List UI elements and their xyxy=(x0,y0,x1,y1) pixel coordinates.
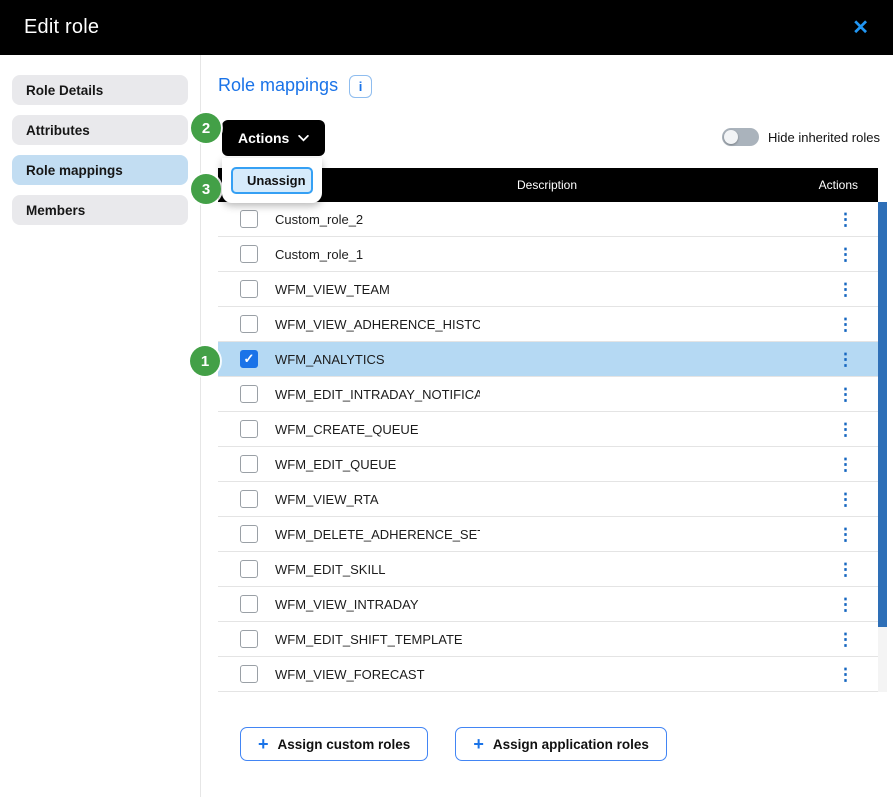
row-checkbox[interactable] xyxy=(240,490,258,508)
role-name: WFM_VIEW_TEAM xyxy=(275,282,390,297)
sidebar-item-label: Role mappings xyxy=(26,163,123,178)
sidebar-item-members[interactable]: Members xyxy=(12,195,188,225)
plus-icon: + xyxy=(473,735,484,753)
role-name: Custom_role_2 xyxy=(275,212,363,227)
row-more-actions-icon[interactable]: ⋮ xyxy=(837,316,854,333)
table-row[interactable]: WFM_VIEW_INTRADAY ⋮ xyxy=(218,587,878,622)
table-row[interactable]: WFM_VIEW_FORECAST ⋮ xyxy=(218,657,878,692)
info-icon[interactable]: i xyxy=(349,75,372,98)
sidebar-item-role-details[interactable]: Role Details xyxy=(12,75,188,105)
chevron-down-icon xyxy=(298,135,309,142)
role-name: WFM_VIEW_FORECAST xyxy=(275,667,425,682)
row-more-actions-icon[interactable]: ⋮ xyxy=(837,246,854,263)
table-row[interactable]: WFM_EDIT_SHIFT_TEMPLATE ⋮ xyxy=(218,622,878,657)
table-row[interactable]: WFM_VIEW_TEAM ⋮ xyxy=(218,272,878,307)
row-checkbox[interactable] xyxy=(240,455,258,473)
unassign-label: Unassign xyxy=(247,173,306,188)
table-row[interactable]: Custom_role_1 ⋮ xyxy=(218,237,878,272)
row-more-actions-icon[interactable]: ⋮ xyxy=(837,666,854,683)
table-row[interactable]: WFM_EDIT_INTRADAY_NOTIFICATIONS ⋮ xyxy=(218,377,878,412)
role-name: WFM_EDIT_SHIFT_TEMPLATE xyxy=(275,632,463,647)
assign-custom-roles-label: Assign custom roles xyxy=(278,737,411,752)
row-more-actions-icon[interactable]: ⋮ xyxy=(837,421,854,438)
row-checkbox[interactable] xyxy=(240,665,258,683)
row-more-actions-icon[interactable]: ⋮ xyxy=(837,491,854,508)
role-mappings-table: Name Description Actions Custom_role_2⋮C… xyxy=(218,168,878,692)
page-title: Role mappings xyxy=(218,75,338,96)
role-name: WFM_EDIT_QUEUE xyxy=(275,457,396,472)
row-checkbox[interactable] xyxy=(240,525,258,543)
edit-role-dialog: Edit role ✕ Role Details Attributes Role m… xyxy=(0,0,893,797)
sidebar-item-attributes[interactable]: Attributes xyxy=(12,115,188,145)
column-header-description: Description xyxy=(517,178,577,192)
role-name: WFM_VIEW_RTA xyxy=(275,492,379,507)
dialog-header: Edit role ✕ xyxy=(0,0,893,55)
role-name: Custom_role_1 xyxy=(275,247,363,262)
actions-dropdown-menu: Unassign xyxy=(222,158,322,203)
row-more-actions-icon[interactable]: ⋮ xyxy=(837,281,854,298)
role-name: WFM_ANALYTICS xyxy=(275,352,385,367)
column-header-actions: Actions xyxy=(819,178,858,192)
unassign-menu-item[interactable]: Unassign xyxy=(231,167,313,194)
toggle-knob xyxy=(724,130,738,144)
table-row[interactable]: WFM_VIEW_ADHERENCE_HISTORY ⋮ xyxy=(218,307,878,342)
sidebar-divider xyxy=(200,55,201,797)
actions-button[interactable]: Actions xyxy=(222,120,325,156)
table-row[interactable]: WFM_CREATE_QUEUE ⋮ xyxy=(218,412,878,447)
role-name: WFM_DELETE_ADHERENCE_SETTINGS xyxy=(275,527,480,542)
sidebar-item-role-mappings[interactable]: Role mappings xyxy=(12,155,188,185)
table-body: Custom_role_2⋮Custom_role_1⋮WFM_VIEW_TEA… xyxy=(218,202,878,692)
sidebar-item-label: Role Details xyxy=(26,83,103,98)
row-more-actions-icon[interactable]: ⋮ xyxy=(837,456,854,473)
table-row[interactable]: Custom_role_2 ⋮ xyxy=(218,202,878,237)
dialog-title: Edit role xyxy=(24,16,99,39)
row-checkbox[interactable] xyxy=(240,315,258,333)
row-more-actions-icon[interactable]: ⋮ xyxy=(837,386,854,403)
assign-application-roles-button[interactable]: + Assign application roles xyxy=(455,727,667,761)
sidebar-item-label: Members xyxy=(26,203,85,218)
sidebar-item-label: Attributes xyxy=(26,123,90,138)
role-name: WFM_VIEW_INTRADAY xyxy=(275,597,419,612)
assign-application-roles-label: Assign application roles xyxy=(493,737,649,752)
actions-button-label: Actions xyxy=(238,130,289,146)
row-more-actions-icon[interactable]: ⋮ xyxy=(837,631,854,648)
row-checkbox[interactable] xyxy=(240,245,258,263)
scrollbar-thumb[interactable] xyxy=(878,202,887,627)
row-checkbox[interactable] xyxy=(240,420,258,438)
table-scrollbar[interactable] xyxy=(878,202,887,692)
row-more-actions-icon[interactable]: ⋮ xyxy=(837,596,854,613)
annotation-badge-2: 2 xyxy=(191,113,221,143)
row-more-actions-icon[interactable]: ⋮ xyxy=(837,561,854,578)
role-name: WFM_CREATE_QUEUE xyxy=(275,422,419,437)
table-row[interactable]: WFM_VIEW_RTA ⋮ xyxy=(218,482,878,517)
sidebar: Role Details Attributes Role mappings Membe… xyxy=(12,75,188,225)
row-more-actions-icon[interactable]: ⋮ xyxy=(837,526,854,543)
row-checkbox[interactable]: ✓ xyxy=(240,350,258,368)
table-row[interactable]: ✓ WFM_ANALYTICS ⋮ xyxy=(218,342,878,377)
assign-custom-roles-button[interactable]: + Assign custom roles xyxy=(240,727,428,761)
table-row[interactable]: WFM_EDIT_SKILL ⋮ xyxy=(218,552,878,587)
annotation-badge-3: 3 xyxy=(191,174,221,204)
hide-inherited-toggle[interactable] xyxy=(722,128,759,146)
hide-inherited-label: Hide inherited roles xyxy=(768,130,880,145)
role-name: WFM_VIEW_ADHERENCE_HISTORY xyxy=(275,317,480,332)
row-checkbox[interactable] xyxy=(240,385,258,403)
hide-inherited-row: Hide inherited roles xyxy=(722,128,880,146)
table-row[interactable]: WFM_DELETE_ADHERENCE_SETTINGS ⋮ xyxy=(218,517,878,552)
row-checkbox[interactable] xyxy=(240,210,258,228)
row-checkbox[interactable] xyxy=(240,595,258,613)
footer-actions: + Assign custom roles + Assign applicati… xyxy=(240,727,667,761)
annotation-badge-1: 1 xyxy=(190,346,220,376)
row-more-actions-icon[interactable]: ⋮ xyxy=(837,211,854,228)
row-more-actions-icon[interactable]: ⋮ xyxy=(837,351,854,368)
table-row[interactable]: WFM_EDIT_QUEUE ⋮ xyxy=(218,447,878,482)
row-checkbox[interactable] xyxy=(240,280,258,298)
row-checkbox[interactable] xyxy=(240,560,258,578)
row-checkbox[interactable] xyxy=(240,630,258,648)
role-name: WFM_EDIT_SKILL xyxy=(275,562,386,577)
role-name: WFM_EDIT_INTRADAY_NOTIFICATIONS xyxy=(275,387,480,402)
plus-icon: + xyxy=(258,735,269,753)
close-icon[interactable]: ✕ xyxy=(852,18,869,38)
